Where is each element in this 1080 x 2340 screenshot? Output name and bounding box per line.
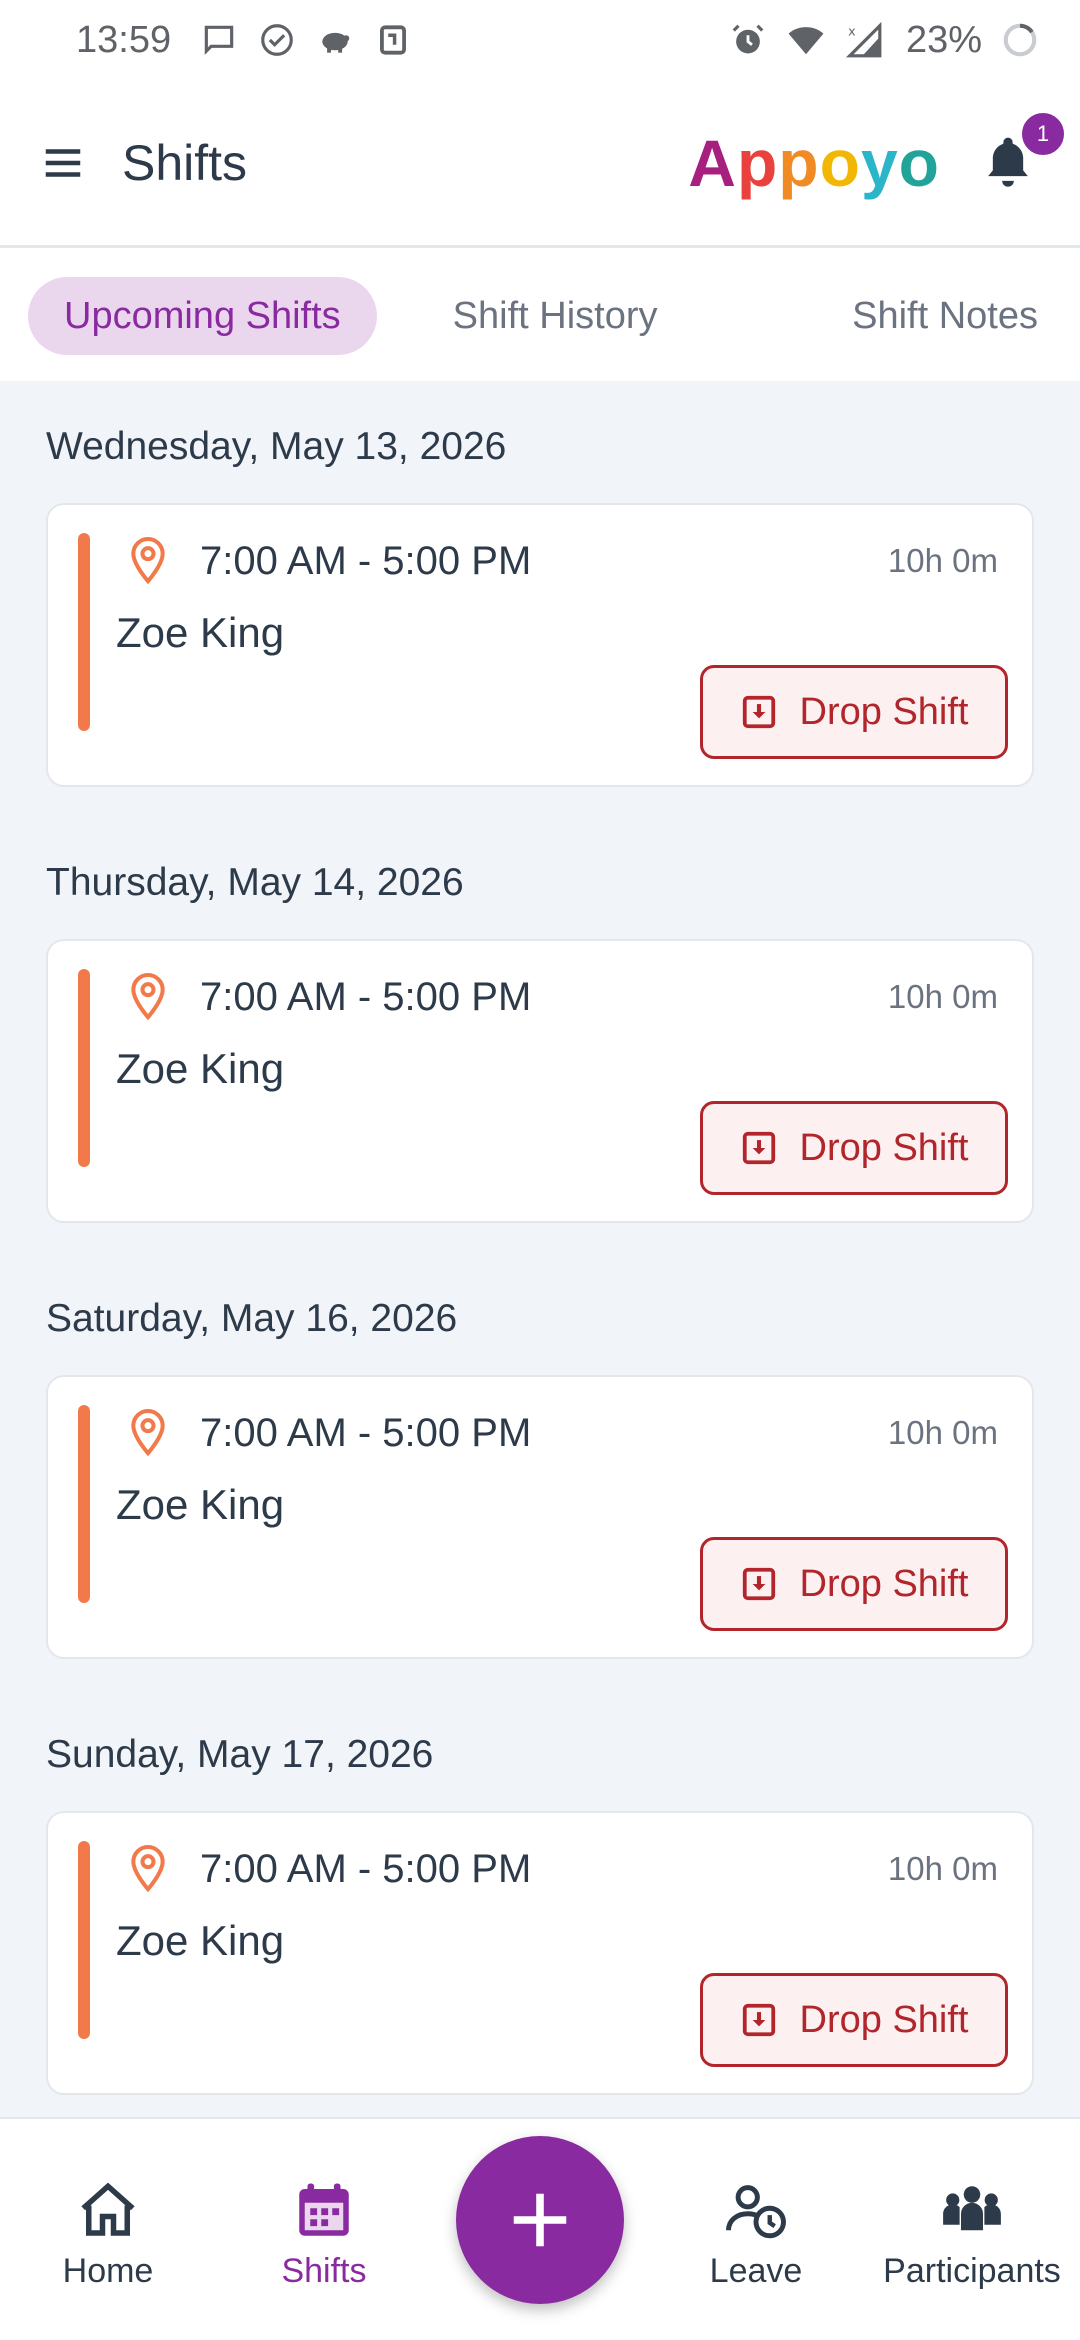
shift-tabs: Upcoming Shifts Shift History Shift Note… [0,251,1080,381]
notifications-button[interactable]: 1 [980,110,1066,193]
day-group: Wednesday, May 13, 2026 7:00 AM - 5:00 P… [46,425,1034,787]
location-pin-icon [126,1407,170,1459]
shift-time: 7:00 AM - 5:00 PM [200,538,532,583]
piggy-bank-icon [315,20,355,60]
download-box-icon [742,1131,775,1165]
shifts-screen: 13:59 x 23% Shifts Appoyo 1 Upcoming Shi… [0,0,1080,2340]
day-group: Sunday, May 17, 2026 7:00 AM - 5:00 PM 1… [46,1733,1034,2095]
notification-badge: 1 [1020,110,1066,157]
drop-shift-label: Drop Shift [799,1562,969,1605]
wifi-icon [786,20,826,60]
shift-accent-bar [78,1841,90,2039]
location-pin-icon [126,971,170,1023]
tab-shift-notes[interactable]: Shift Notes [816,277,1052,355]
tab-upcoming-shifts[interactable]: Upcoming Shifts [28,277,377,355]
battery-percentage: 23% [905,18,982,61]
alarm-icon [728,20,768,60]
shift-duration: 10h 0m [887,1414,998,1451]
day-heading: Thursday, May 14, 2026 [46,861,464,904]
shift-duration: 10h 0m [887,1850,998,1887]
hamburger-menu-icon[interactable] [40,140,86,186]
tab-shift-history[interactable]: Shift History [417,277,694,355]
nav-leave-label: Leave [709,2252,803,2290]
plus-icon [513,2193,567,2246]
status-bar: 13:59 x 23% [0,0,1080,80]
drop-shift-label: Drop Shift [799,1126,969,1169]
nav-participants-label: Participants [883,2252,1061,2290]
svg-text:x: x [848,23,856,38]
calendar-icon [299,2183,349,2236]
participant-name: Zoe King [116,609,285,656]
day-heading: Sunday, May 17, 2026 [46,1733,434,1776]
day-group: Saturday, May 16, 2026 7:00 AM - 5:00 PM… [46,1297,1034,1659]
download-box-icon [742,1567,775,1601]
shift-duration: 10h 0m [887,978,998,1015]
location-pin-icon [126,535,170,587]
bottom-navigation: Home Shifts Leave Participants [0,2117,1080,2340]
shift-duration: 10h 0m [887,542,998,579]
participant-name: Zoe King [116,1045,285,1092]
participant-name: Zoe King [116,1481,285,1528]
shift-card[interactable]: 7:00 AM - 5:00 PM 10h 0m Zoe King Drop S… [46,1375,1034,1659]
add-button[interactable] [456,2135,624,2304]
shift-card[interactable]: 7:00 AM - 5:00 PM 10h 0m Zoe King Drop S… [46,1811,1034,2095]
appoyo-logo: Appoyo [688,125,940,200]
day-heading: Wednesday, May 13, 2026 [46,425,507,468]
drop-shift-label: Drop Shift [799,1998,969,2041]
home-icon [81,2182,135,2236]
nav-participants[interactable]: Participants [864,2168,1080,2291]
day-heading: Saturday, May 16, 2026 [46,1297,458,1340]
drop-shift-button[interactable]: Drop Shift [700,1537,1008,1631]
shift-time: 7:00 AM - 5:00 PM [200,974,532,1019]
nfc-icon [373,20,413,60]
drop-shift-button[interactable]: Drop Shift [700,1101,1008,1195]
battery-icon [1000,20,1040,60]
download-box-icon [742,2003,775,2037]
upcoming-shifts-list[interactable]: Wednesday, May 13, 2026 7:00 AM - 5:00 P… [0,381,1080,2121]
shift-time: 7:00 AM - 5:00 PM [200,1846,532,1891]
signal-icon: x [844,20,884,60]
shift-card[interactable]: 7:00 AM - 5:00 PM 10h 0m Zoe King Drop S… [46,939,1034,1223]
day-group: Thursday, May 14, 2026 7:00 AM - 5:00 PM… [46,861,1034,1223]
page-title: Shifts [122,134,248,191]
drop-shift-button[interactable]: Drop Shift [700,1973,1008,2067]
shift-accent-bar [78,969,90,1167]
nav-home[interactable]: Home [0,2168,216,2291]
group-icon [943,2186,1001,2231]
drop-shift-button[interactable]: Drop Shift [700,665,1008,759]
drop-shift-label: Drop Shift [799,690,969,733]
check-circle-icon [257,20,297,60]
shift-time: 7:00 AM - 5:00 PM [200,1410,532,1455]
person-clock-icon [726,2185,786,2239]
location-pin-icon [126,1843,170,1895]
app-header: Shifts Appoyo 1 [0,80,1080,248]
nav-shifts-label: Shifts [281,2252,367,2290]
download-box-icon [742,695,775,729]
nav-home-label: Home [62,2252,154,2290]
participant-name: Zoe King [116,1917,285,1964]
message-icon [199,20,239,60]
shift-accent-bar [78,533,90,731]
nav-shifts[interactable]: Shifts [216,2168,432,2291]
shift-accent-bar [78,1405,90,1603]
shift-card[interactable]: 7:00 AM - 5:00 PM 10h 0m Zoe King Drop S… [46,503,1034,787]
status-time: 13:59 [76,18,172,61]
nav-leave[interactable]: Leave [648,2168,864,2291]
